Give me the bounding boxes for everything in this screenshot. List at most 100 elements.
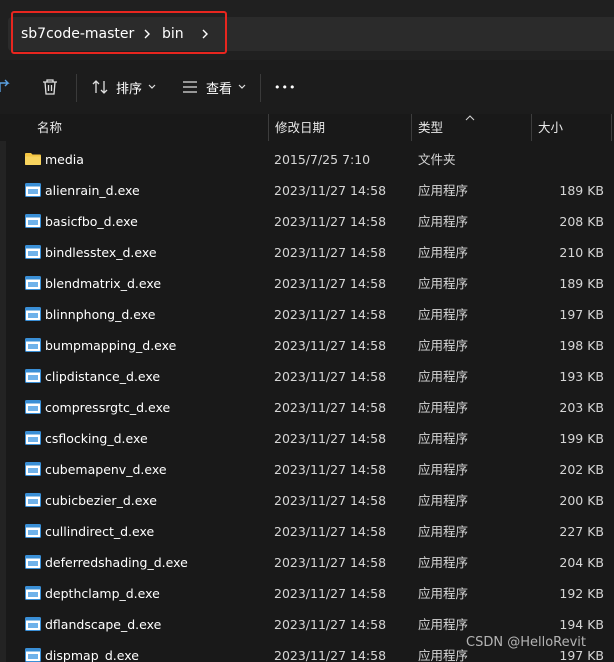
file-name[interactable]: deferredshading_d.exe [45,547,188,578]
file-explorer-window: sb7code-master bin 排序 查看 ••• 名称 修改日期 类型 … [0,0,614,662]
file-name[interactable]: dflandscape_d.exe [45,609,161,640]
view-button[interactable]: 查看 [182,72,246,102]
column-divider[interactable] [268,114,269,141]
application-exe-icon [25,400,41,414]
file-row[interactable]: basicfbo_d.exe 2023/11/27 14:58 应用程序 208 KB [6,206,614,237]
application-exe-icon [25,245,41,259]
file-type: 应用程序 [418,214,469,229]
file-name[interactable]: cubemapenv_d.exe [45,454,167,485]
column-header-size[interactable]: 大小 [538,114,563,141]
file-modified-date: 2023/11/27 14:58 [274,307,387,322]
trash-icon [43,79,57,95]
file-type: 应用程序 [418,586,469,601]
file-name[interactable]: bindlesstex_d.exe [45,237,157,268]
file-modified-date: 2023/11/27 14:58 [274,369,387,384]
file-name[interactable]: media [45,144,84,175]
file-size: 193 KB [559,369,604,384]
file-row[interactable]: cullindirect_d.exe 2023/11/27 14:58 应用程序 22… [6,516,614,547]
file-modified-date: 2023/11/27 14:58 [274,245,387,260]
address-bar: sb7code-master bin [0,0,614,60]
column-divider[interactable] [411,114,412,141]
file-name[interactable]: basicfbo_d.exe [45,206,138,237]
file-size: 202 KB [559,462,604,477]
file-type: 应用程序 [418,276,469,291]
file-size: 200 KB [559,493,604,508]
column-header-date[interactable]: 修改日期 [275,114,325,141]
application-exe-icon [25,648,41,662]
file-size: 227 KB [559,524,604,539]
view-list-icon [183,81,197,93]
application-exe-icon [25,183,41,197]
file-modified-date: 2023/11/27 14:58 [274,462,387,477]
file-name[interactable]: blendmatrix_d.exe [45,268,161,299]
file-row[interactable]: blinnphong_d.exe 2023/11/27 14:58 应用程序 197 … [6,299,614,330]
column-header-row: 名称 修改日期 类型 大小 [0,114,614,141]
file-type: 应用程序 [418,431,469,446]
share-button[interactable] [0,72,12,102]
chevron-right-icon[interactable] [198,27,212,41]
file-name[interactable]: blinnphong_d.exe [45,299,155,330]
view-label: 查看 [206,81,233,97]
file-name[interactable]: csflocking_d.exe [45,423,148,454]
file-row[interactable]: media 2015/7/25 7:10 文件夹 [6,144,614,175]
file-row[interactable]: cubemapenv_d.exe 2023/11/27 14:58 应用程序 202 … [6,454,614,485]
application-exe-icon [25,617,41,631]
more-icon: ••• [274,80,297,94]
file-list: media 2015/7/25 7:10 文件夹 alienrain_d.exe 202… [0,144,614,662]
file-row[interactable]: depthclamp_d.exe 2023/11/27 14:58 应用程序 192 … [6,578,614,609]
column-divider[interactable] [531,114,532,141]
file-row[interactable]: blendmatrix_d.exe 2023/11/27 14:58 应用程序 189… [6,268,614,299]
file-modified-date: 2023/11/27 14:58 [274,183,387,198]
breadcrumb-item-sb7code-master[interactable]: sb7code-master [21,17,134,51]
file-type: 应用程序 [418,555,469,570]
breadcrumb-item-bin[interactable]: bin [162,17,184,51]
command-bar: 排序 查看 ••• [0,60,614,115]
file-modified-date: 2023/11/27 14:58 [274,555,387,570]
file-type: 应用程序 [418,369,469,384]
file-row[interactable]: bindlesstex_d.exe 2023/11/27 14:58 应用程序 210… [6,237,614,268]
column-header-type[interactable]: 类型 [418,114,443,141]
file-name[interactable]: depthclamp_d.exe [45,578,160,609]
file-row[interactable]: compressrgtc_d.exe 2023/11/27 14:58 应用程序 20… [6,392,614,423]
sort-button[interactable]: 排序 [92,72,156,102]
file-name[interactable]: alienrain_d.exe [45,175,140,206]
file-size: 204 KB [559,555,604,570]
file-name[interactable]: clipdistance_d.exe [45,361,160,392]
file-row[interactable]: cubicbezier_d.exe 2023/11/27 14:58 应用程序 200… [6,485,614,516]
column-header-name[interactable]: 名称 [37,114,62,141]
file-row[interactable]: alienrain_d.exe 2023/11/27 14:58 应用程序 189 K… [6,175,614,206]
watermark-text: CSDN @HelloRevit [466,635,586,650]
chevron-right-icon[interactable] [140,27,154,41]
file-modified-date: 2023/11/27 14:58 [274,214,387,229]
folder-icon [25,153,41,165]
column-divider[interactable] [611,114,612,141]
more-options-button[interactable]: ••• [274,72,296,102]
sort-label: 排序 [116,81,143,97]
file-type: 应用程序 [418,617,469,632]
file-size: 192 KB [559,586,604,601]
share-icon [0,79,10,92]
file-row[interactable]: csflocking_d.exe 2023/11/27 14:58 应用程序 199 … [6,423,614,454]
file-name[interactable]: bumpmapping_d.exe [45,330,176,361]
toolbar-divider [260,74,261,102]
file-modified-date: 2023/11/27 14:58 [274,493,387,508]
file-size: 199 KB [559,431,604,446]
sort-ascending-icon [465,115,475,121]
file-size: 197 KB [559,307,604,322]
file-row[interactable]: deferredshading_d.exe 2023/11/27 14:58 应用程… [6,547,614,578]
file-size: 210 KB [559,245,604,260]
breadcrumb[interactable]: sb7code-master bin [8,17,614,51]
file-modified-date: 2023/11/27 14:58 [274,524,387,539]
file-type: 应用程序 [418,338,469,353]
sort-icon [92,80,108,94]
delete-button[interactable] [42,72,58,102]
application-exe-icon [25,307,41,321]
file-name[interactable]: compressrgtc_d.exe [45,392,170,423]
file-row[interactable]: bumpmapping_d.exe 2023/11/27 14:58 应用程序 198… [6,330,614,361]
file-type: 应用程序 [418,183,469,198]
file-name[interactable]: cubicbezier_d.exe [45,485,157,516]
file-name[interactable]: cullindirect_d.exe [45,516,154,547]
application-exe-icon [25,555,41,569]
file-name[interactable]: dispmap_d.exe [45,640,139,662]
file-row[interactable]: clipdistance_d.exe 2023/11/27 14:58 应用程序 19… [6,361,614,392]
